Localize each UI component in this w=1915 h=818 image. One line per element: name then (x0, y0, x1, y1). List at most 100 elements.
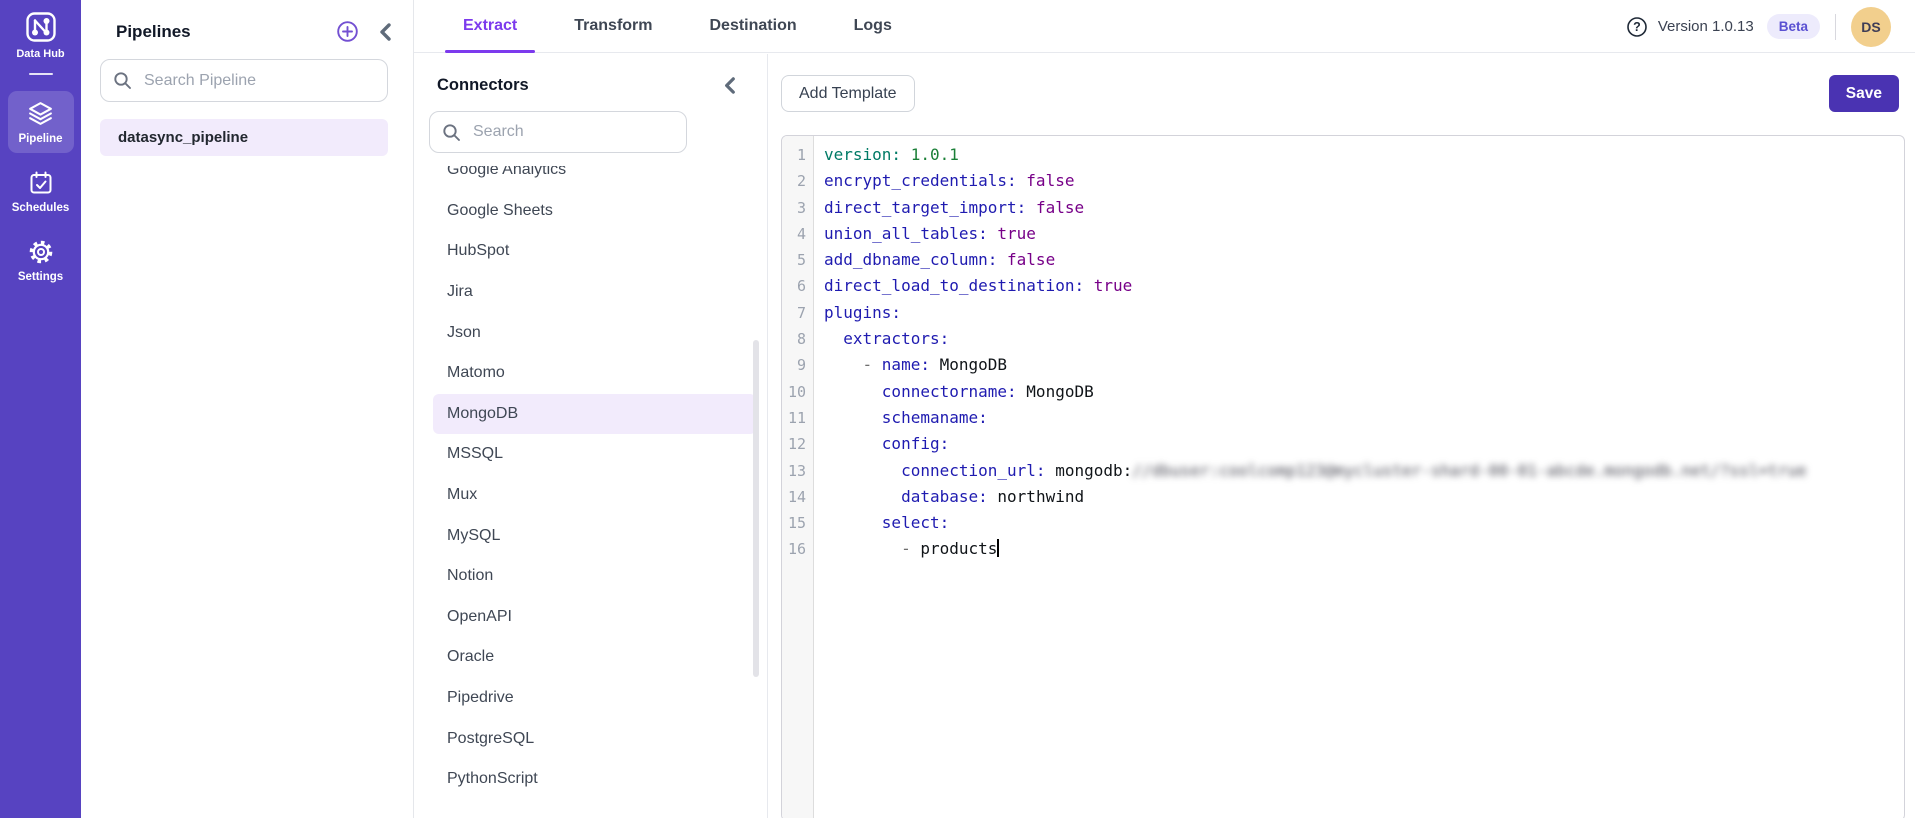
connectors-panel: Connectors Google AnalyticsGoogle Sheets… (414, 54, 768, 818)
code-line-7: plugins: (824, 302, 902, 322)
pipeline-list: datasync_pipeline (100, 119, 388, 156)
line-number: 10 (787, 382, 806, 401)
text-cursor (997, 539, 999, 558)
connector-item-pipedrive[interactable]: Pipedrive (433, 678, 756, 719)
tab-destination[interactable]: Destination (710, 0, 797, 53)
connector-item-hubspot[interactable]: HubSpot (433, 231, 756, 272)
connector-item-google-analytics[interactable]: Google Analytics (433, 166, 756, 191)
code-line-4: union_all_tables: true (824, 223, 1036, 243)
header-right: ? Version 1.0.13 Beta DS (1626, 0, 1891, 53)
connector-item-notion[interactable]: Notion (433, 556, 756, 597)
header-divider (1835, 13, 1836, 40)
line-number: 15 (787, 514, 806, 533)
editor-gutter: 1 2 3 4 5 6 7 8 9 10 11 12 13 14 15 16 (782, 136, 814, 818)
calendar-check-icon (28, 170, 54, 196)
sidebar-item-settings[interactable]: Settings (8, 230, 74, 291)
connector-search-input[interactable] (471, 122, 682, 142)
line-number: 16 (787, 540, 806, 559)
connector-item-matomo[interactable]: Matomo (433, 353, 756, 394)
collapse-pipelines-icon[interactable] (377, 22, 393, 41)
tab-logs[interactable]: Logs (854, 0, 892, 53)
tab-transform[interactable]: Transform (574, 0, 652, 53)
connector-item-postgresql[interactable]: PostgreSQL (433, 718, 756, 759)
app-window: Data Hub Pipeline Schedules Settings Pip… (0, 0, 1915, 818)
code-line-3: direct_target_import: false (824, 197, 1085, 217)
pipeline-search (100, 59, 388, 102)
layers-icon (27, 100, 54, 127)
main-area: Extract Transform Destination Logs ? Versio… (414, 0, 1915, 818)
connectors-panel-title: Connectors (437, 76, 529, 94)
connector-item-pythonscript[interactable]: PythonScript (433, 759, 756, 800)
line-number: 3 (796, 198, 806, 217)
app-logo[interactable]: Data Hub (16, 11, 65, 60)
tab-extract[interactable]: Extract (444, 0, 536, 53)
pipeline-search-input[interactable] (142, 70, 375, 91)
line-number: 4 (796, 224, 806, 243)
code-line-14: database: northwind (901, 486, 1085, 506)
user-avatar[interactable]: DS (1851, 6, 1891, 47)
code-line-16: - products (901, 539, 999, 559)
connector-item-mongodb[interactable]: MongoDB (433, 393, 756, 435)
code-line-13: connection_url: mongodb://dbuser:coolcom… (901, 460, 1807, 480)
line-number: 8 (796, 330, 806, 349)
code-line-5: add_dbname_column: false (824, 250, 1056, 270)
connector-list-viewport: Google Analytics Google Sheets HubSpot Jira… (414, 166, 767, 818)
line-number: 11 (787, 408, 806, 427)
line-number: 7 (796, 303, 806, 322)
beta-badge: Beta (1766, 14, 1820, 39)
line-number: 6 (796, 277, 806, 296)
pipeline-list-item[interactable]: datasync_pipeline (100, 119, 388, 156)
line-number: 14 (787, 487, 806, 506)
line-number: 2 (796, 172, 806, 191)
editor-toolbar: Add Template Save (781, 75, 1899, 112)
redacted-connection-url: //dbuser:coolcomp123@mycluster-shard-00-… (1132, 460, 1807, 480)
connector-item-json[interactable]: Json (433, 312, 756, 353)
code-line-10: connectorname: MongoDB (881, 381, 1094, 401)
collapse-connectors-icon[interactable] (722, 77, 737, 94)
search-icon (113, 71, 132, 90)
rail-divider (28, 73, 53, 75)
connector-item-oracle[interactable]: Oracle (433, 637, 756, 678)
code-line-6: direct_load_to_destination: true (824, 276, 1133, 296)
data-hub-logo-icon (25, 11, 57, 43)
sidebar-item-schedules[interactable]: Schedules (8, 161, 74, 222)
search-icon (442, 123, 461, 142)
code-line-8: extractors: (843, 329, 950, 349)
editor-region: Add Template Save 1 2 3 4 5 6 7 8 9 10 11 12 13 14 15 1… (768, 54, 1915, 818)
sidebar-item-pipeline[interactable]: Pipeline (7, 91, 74, 153)
line-number: 5 (796, 251, 806, 270)
connector-list-scrollbar[interactable] (753, 340, 759, 677)
gear-icon (28, 239, 54, 265)
code-line-12: config: (881, 434, 950, 454)
connector-item-mssql[interactable]: MSSQL (433, 434, 756, 475)
svg-text:?: ? (1633, 20, 1641, 34)
save-button[interactable]: Save (1828, 75, 1899, 112)
line-number: 13 (787, 461, 806, 480)
code-line-1: version: 1.0.1 (824, 145, 959, 164)
editor-code-lines: version: 1.0.1 encrypt_credentials: false… (815, 136, 1904, 563)
code-line-11: schemaname: (881, 407, 988, 427)
connector-item-jira[interactable]: Jira (433, 272, 756, 313)
pipelines-panel-title: Pipelines (116, 21, 191, 41)
connector-item-mysql[interactable]: MySQL (433, 515, 756, 556)
version-label: Version 1.0.13 (1657, 18, 1754, 35)
connector-search (429, 111, 687, 153)
sidebar-item-label: Pipeline (18, 133, 63, 145)
sidebar-item-label: Settings (17, 271, 64, 283)
code-line-15: select: (881, 513, 950, 533)
yaml-code-editor[interactable]: 1 2 3 4 5 6 7 8 9 10 11 12 13 14 15 16 version: 1.0.1 en… (781, 135, 1905, 818)
code-line-9: - name: MongoDB (862, 355, 1008, 375)
app-rail: Data Hub Pipeline Schedules Settings (0, 0, 81, 818)
connector-item-openapi[interactable]: OpenAPI (433, 597, 756, 638)
line-number: 12 (787, 435, 806, 454)
code-line-2: encrypt_credentials: false (824, 171, 1075, 191)
help-icon[interactable]: ? (1626, 16, 1648, 38)
connector-item-mux[interactable]: Mux (433, 475, 756, 516)
connector-item-google-sheets[interactable]: Google Sheets (433, 191, 756, 232)
add-template-button[interactable]: Add Template (781, 75, 915, 112)
pipelines-panel: Pipelines datasync_pipe (81, 0, 414, 818)
line-number: 9 (796, 356, 806, 375)
add-pipeline-button[interactable] (334, 18, 361, 45)
connector-list: Google Analytics Google Sheets HubSpot Jira… (414, 166, 767, 800)
line-number: 1 (796, 146, 806, 164)
